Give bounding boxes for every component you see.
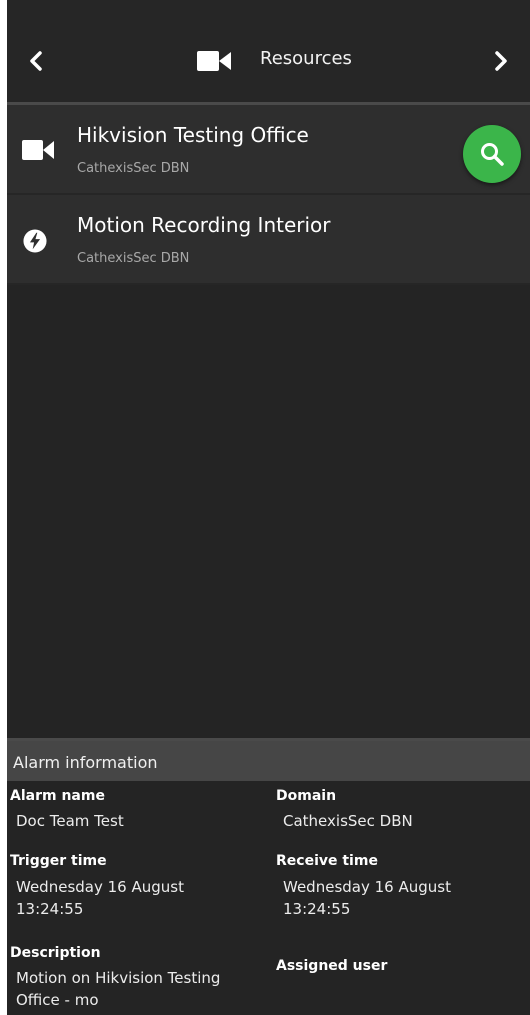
forward-button[interactable] — [484, 44, 518, 78]
search-button[interactable] — [463, 125, 521, 183]
resource-subtitle: CathexisSec DBN — [77, 251, 190, 266]
chevron-right-icon — [495, 51, 507, 71]
app-window: Resources Hikvision Testing Office Cathe… — [7, 0, 530, 1015]
description-label: Description — [10, 945, 101, 961]
description-value: Motion on Hikvision Testing Office - mo — [16, 969, 221, 1009]
resource-title: Hikvision Testing Office — [77, 123, 309, 147]
list-item[interactable]: Hikvision Testing Office CathexisSec DBN — [7, 105, 530, 195]
domain-value: CathexisSec DBN — [283, 812, 413, 830]
header-bar: Resources — [7, 0, 530, 104]
back-button[interactable] — [19, 44, 53, 78]
alarm-section-title: Alarm information — [13, 753, 158, 772]
list-item[interactable]: Motion Recording Interior CathexisSec DB… — [7, 195, 530, 285]
resource-title: Motion Recording Interior — [77, 213, 331, 237]
video-camera-icon — [22, 140, 54, 160]
lightning-bolt-icon — [23, 229, 47, 253]
trigger-time-value: Wednesday 16 August 13:24:55 — [16, 878, 184, 918]
alarm-name-label: Alarm name — [10, 788, 105, 804]
receive-time-value: Wednesday 16 August 13:24:55 — [283, 878, 451, 918]
domain-label: Domain — [276, 788, 337, 804]
resource-list: Hikvision Testing Office CathexisSec DBN… — [7, 105, 530, 285]
assigned-user-label: Assigned user — [276, 958, 388, 974]
chevron-left-icon — [30, 51, 42, 71]
page-title: Resources — [260, 48, 352, 69]
receive-time-label: Receive time — [276, 853, 378, 869]
alarm-information: Alarm name Doc Team Test Domain Cathexis… — [7, 781, 530, 1015]
video-camera-icon — [197, 51, 231, 71]
trigger-time-label: Trigger time — [10, 853, 107, 869]
alarm-name-value: Doc Team Test — [16, 812, 124, 830]
alarm-section-header: Alarm information — [7, 741, 530, 781]
search-icon — [481, 143, 504, 166]
resource-subtitle: CathexisSec DBN — [77, 161, 190, 176]
